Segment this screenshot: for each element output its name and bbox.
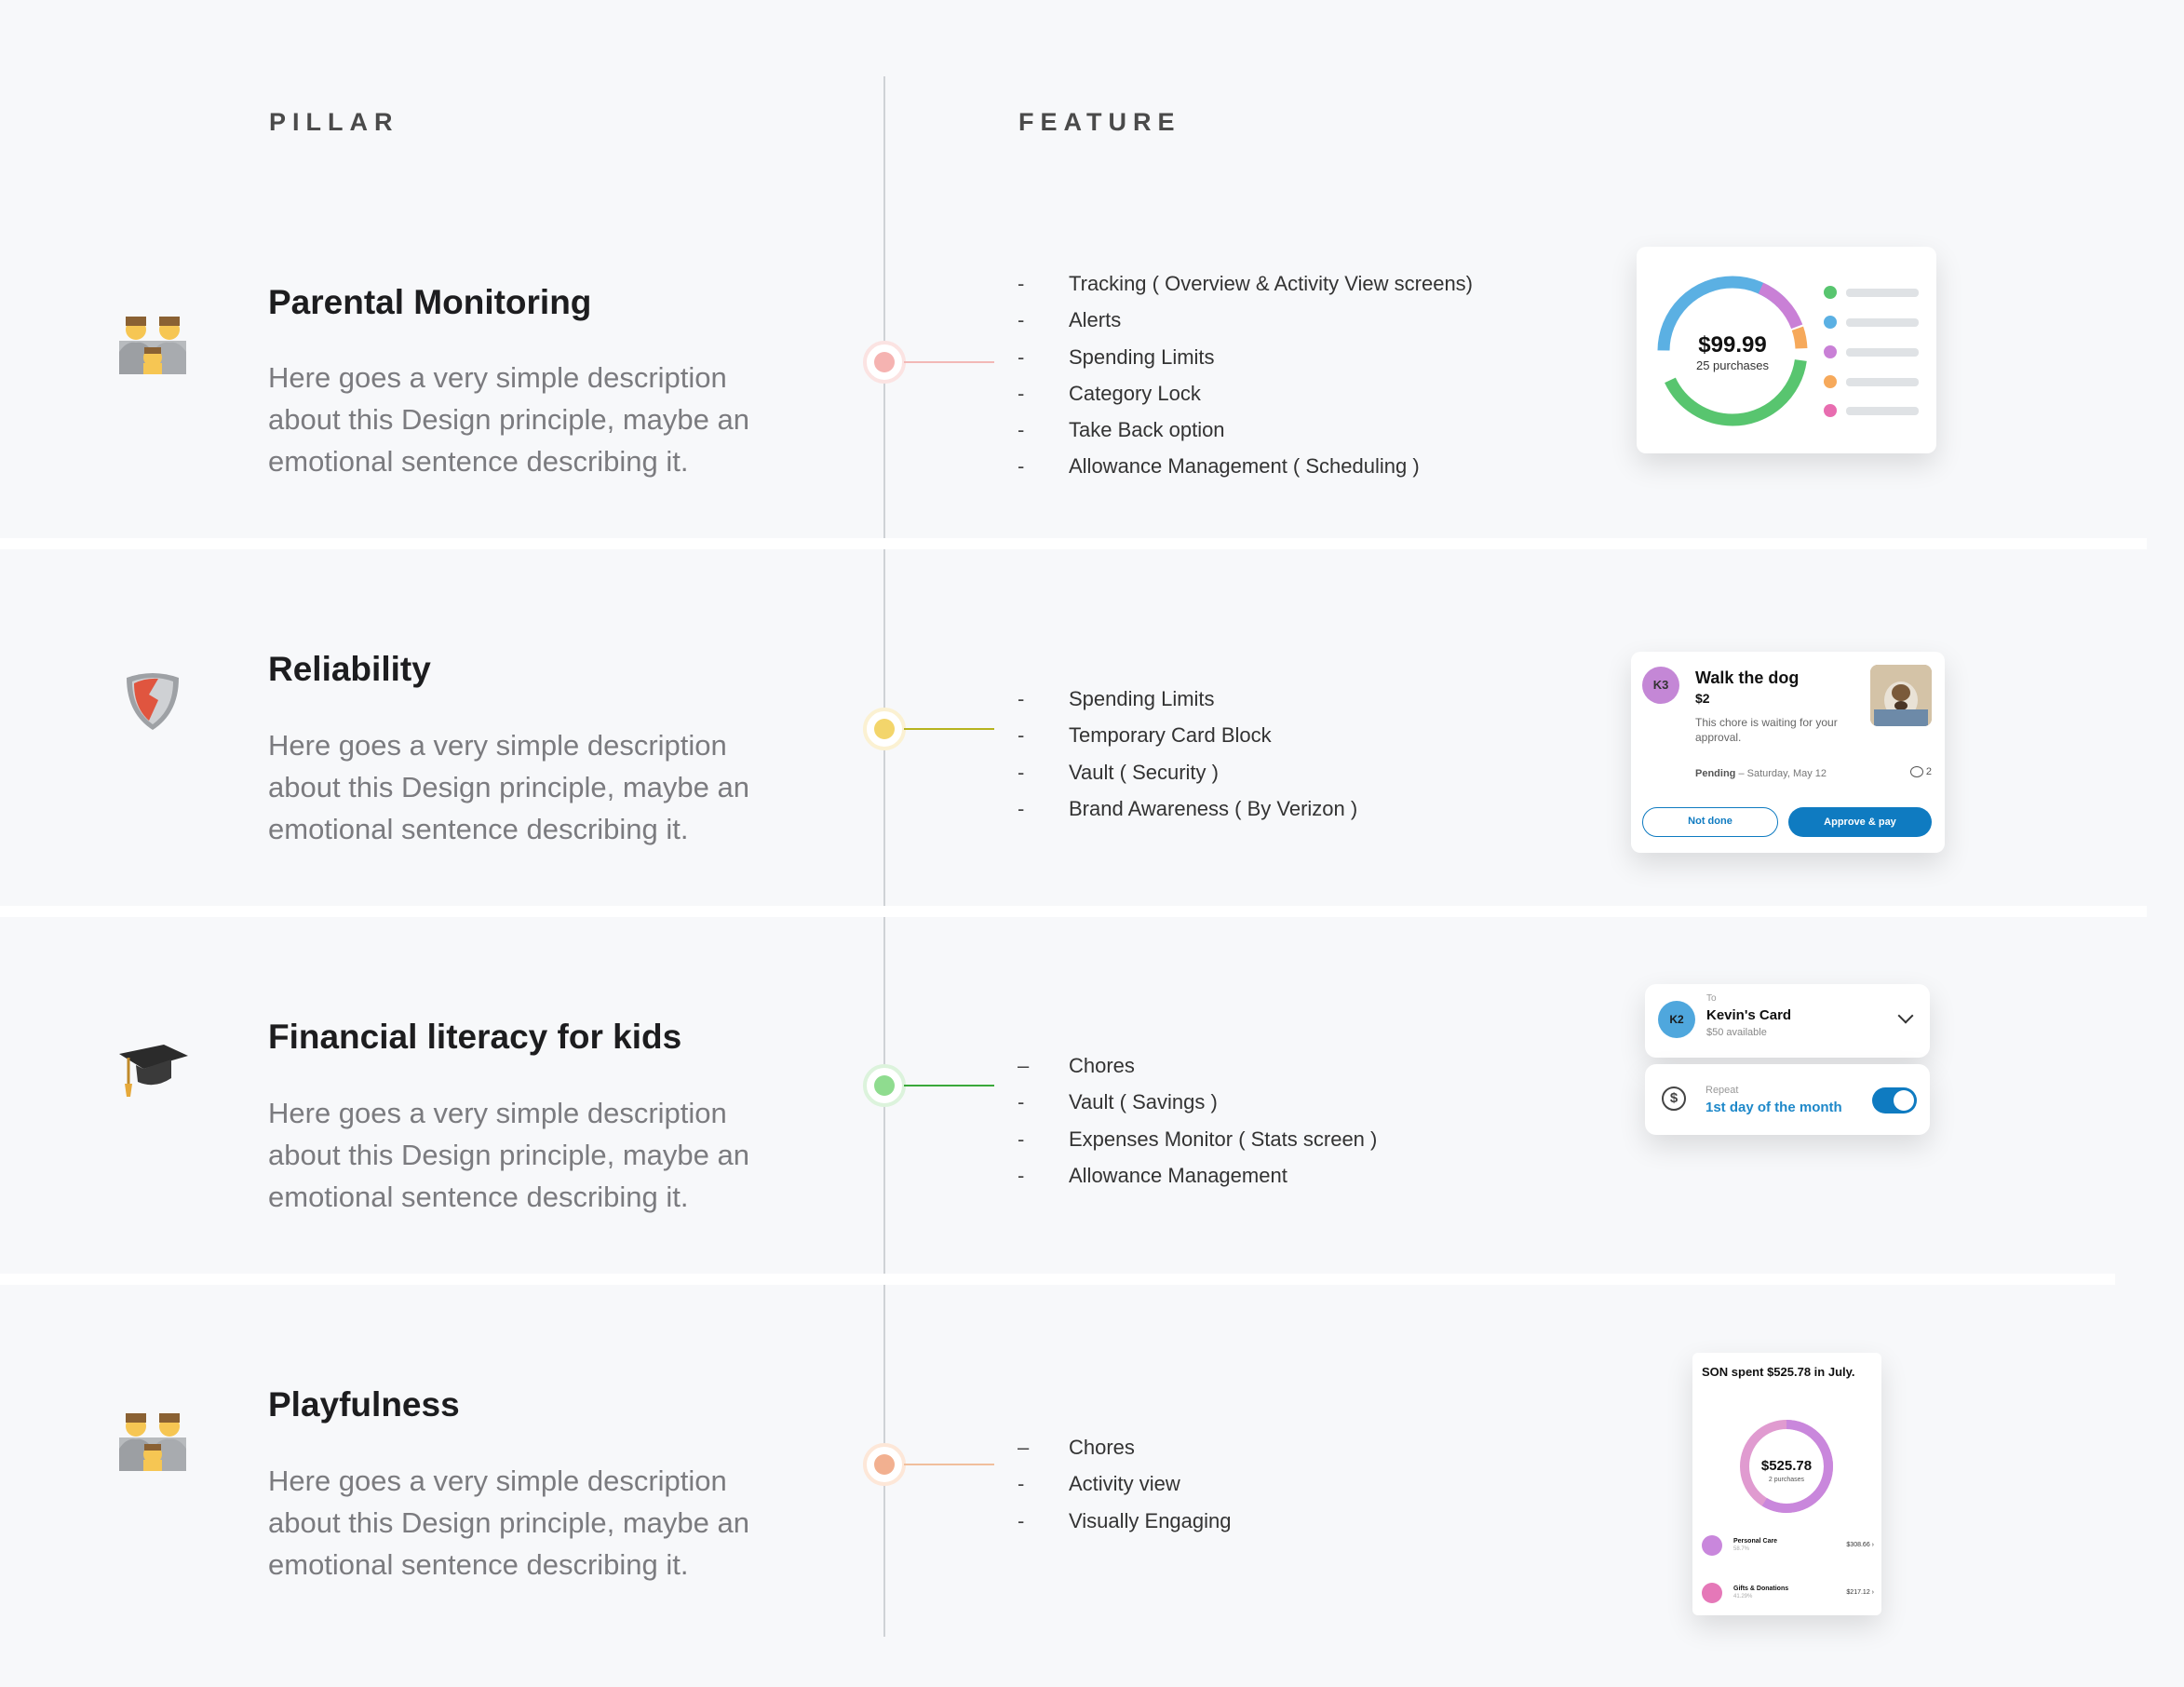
timeline-connector: [904, 361, 994, 363]
not-done-button[interactable]: Not done: [1642, 807, 1778, 837]
family-icon: [117, 304, 188, 374]
monthly-spend-card: SON spent $525.78 in July. $525.78 2 pur…: [1692, 1353, 1881, 1615]
timeline-node-dot: [874, 1075, 895, 1096]
timeline-divider: [883, 76, 885, 1637]
chore-approval-card: K3 Walk the dog $2 This chore is waiting…: [1631, 652, 1945, 853]
comment-icon: [1909, 766, 1923, 778]
to-label: To: [1706, 993, 1717, 1004]
timeline-connector: [904, 728, 994, 730]
timeline-node: [863, 341, 906, 384]
dog-photo: [1870, 665, 1932, 726]
pillar-column-header: PILLAR: [269, 108, 399, 136]
feature-column-header: FEATURE: [1018, 108, 1181, 136]
spending-overview-card: $99.99 25 purchases: [1637, 247, 1936, 453]
family-icon: [117, 1400, 188, 1471]
category-value[interactable]: $308.66 ›: [1846, 1542, 1874, 1548]
donut-subtitle: 25 purchases: [1696, 358, 1770, 372]
category-name: Personal Care: [1733, 1538, 1778, 1545]
graduation-cap-icon: [117, 1033, 188, 1104]
pillar-title: Playfulness: [268, 1385, 460, 1424]
pillar-title: Parental Monitoring: [268, 283, 592, 321]
card-name: Kevin's Card: [1706, 1007, 1792, 1023]
pillar-title: Financial literacy for kids: [268, 1018, 682, 1056]
category-percent: 41.29%: [1733, 1594, 1753, 1599]
repeat-schedule-row: $ Repeat 1st day of the month: [1645, 1064, 1930, 1135]
recipient-card-selector[interactable]: To K2 Kevin's Card $50 available: [1645, 984, 1930, 1058]
pillar-description: Here goes a very simple description about…: [268, 1464, 749, 1581]
shield-icon: [117, 667, 188, 737]
avatar: K2: [1658, 1001, 1695, 1038]
chore-title: Walk the dog: [1695, 668, 1800, 687]
timeline-node-dot: [874, 1454, 895, 1475]
pillar-description: Here goes a very simple description about…: [268, 729, 749, 845]
repeat-label: Repeat: [1705, 1085, 1739, 1096]
donut-amount: $99.99: [1698, 332, 1766, 358]
chore-note: This chore is waiting for your approval.: [1695, 716, 1838, 744]
section-separator: [0, 906, 2147, 917]
section-separator: [0, 538, 2147, 549]
timeline-connector: [904, 1464, 994, 1465]
spend-donut-chart: $525.78 2 purchases: [1740, 1420, 1833, 1513]
approve-pay-button[interactable]: Approve & pay: [1788, 807, 1932, 837]
repeat-dollar-icon: $: [1662, 1086, 1686, 1111]
timeline-node-dot: [874, 719, 895, 739]
spending-donut-chart: $99.99 25 purchases: [1657, 276, 1919, 426]
timeline-node: [863, 1443, 906, 1486]
section-separator: [0, 1274, 2115, 1285]
available-balance: $50 available: [1706, 1027, 1767, 1038]
personal-care-icon: [1702, 1535, 1722, 1556]
chevron-down-icon[interactable]: [1897, 1007, 1914, 1024]
pillar-description: Here goes a very simple description about…: [268, 1097, 749, 1213]
donut-amount: $525.78: [1761, 1458, 1812, 1474]
timeline-node: [863, 708, 906, 750]
chore-status: Pending – Saturday, May 12: [1695, 768, 1827, 779]
donut-subtitle: 2 purchases: [1769, 1477, 1805, 1483]
comment-count: 2: [1909, 766, 1932, 778]
category-percent: 58.7%: [1733, 1546, 1750, 1552]
avatar: K3: [1642, 667, 1679, 704]
toggle-knob: [1894, 1090, 1914, 1111]
category-value[interactable]: $217.12 ›: [1846, 1589, 1874, 1596]
gift-icon: [1702, 1583, 1722, 1603]
category-name: Gifts & Donations: [1733, 1586, 1789, 1592]
timeline-node: [863, 1064, 906, 1107]
pillar-title: Reliability: [268, 650, 431, 688]
repeat-value: 1st day of the month: [1705, 1100, 1842, 1115]
pillar-description: Here goes a very simple description about…: [268, 361, 749, 478]
repeat-toggle[interactable]: [1872, 1087, 1917, 1113]
chore-price: $2: [1695, 691, 1710, 706]
timeline-node-dot: [874, 352, 895, 372]
timeline-connector: [904, 1085, 994, 1086]
